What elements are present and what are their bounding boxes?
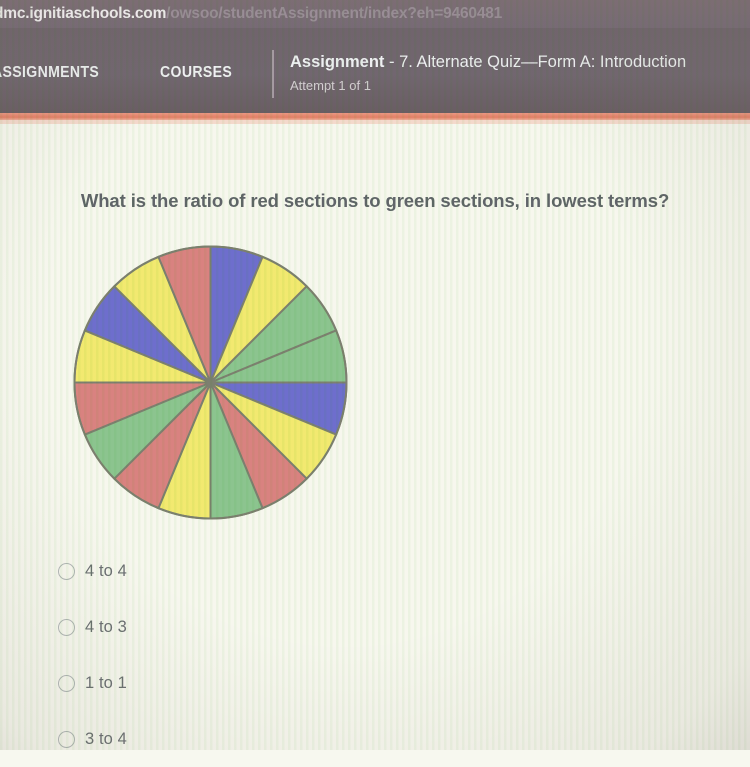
radio-button-icon[interactable] [58,730,75,748]
assignment-name: - 7. Alternate Quiz—Form A: Introduction [384,53,687,71]
answer-option-label: 4 to 3 [85,617,127,636]
app-header: ASSIGNMENTS COURSES Assignment - 7. Alte… [0,28,750,113]
answer-option-1[interactable]: 4 to 4 [58,543,458,599]
answer-option-label: 1 to 1 [85,673,127,692]
radio-button-icon[interactable] [58,674,75,692]
header-accent-bar [0,113,750,120]
assignment-info: Assignment - 7. Alternate Quiz—Form A: I… [290,53,686,93]
url-host: dmc.ignitiaschools.com [0,5,167,22]
answer-option-3[interactable]: 1 to 1 [58,655,458,711]
browser-url-bar[interactable]: dmc.ignitiaschools.com/owsoo/studentAssi… [0,0,750,28]
url-path: /owsoo/studentAssignment/index?eh=946048… [166,5,503,22]
answer-option-label: 4 to 4 [85,561,127,580]
nav-divider [272,50,274,98]
radio-button-icon[interactable] [58,618,75,636]
question-text: What is the ratio of red sections to gre… [80,190,670,211]
pie-chart-svg [73,245,348,520]
pie-center-hub [206,378,215,387]
url-text: dmc.ignitiaschools.com/owsoo/studentAssi… [0,5,502,23]
assignment-label: Assignment [290,53,385,71]
attempt-status: Attempt 1 of 1 [290,78,371,93]
page-root: dmc.ignitiaschools.com/owsoo/studentAssi… [0,0,750,750]
answer-option-label: 3 to 4 [85,729,127,748]
answer-option-4[interactable]: 3 to 4 [58,711,458,767]
answer-options-list: 4 to 4 4 to 3 1 to 1 3 to 4 [58,543,458,767]
nav-item-assignments[interactable]: ASSIGNMENTS [0,64,99,82]
answer-option-2[interactable]: 4 to 3 [58,599,458,655]
radio-button-icon[interactable] [58,562,75,580]
header-accent-glow [0,120,750,124]
nav-item-courses[interactable]: COURSES [160,64,232,82]
assignment-title-line: Assignment - 7. Alternate Quiz—Form A: I… [290,53,686,72]
pie-chart [72,244,349,521]
